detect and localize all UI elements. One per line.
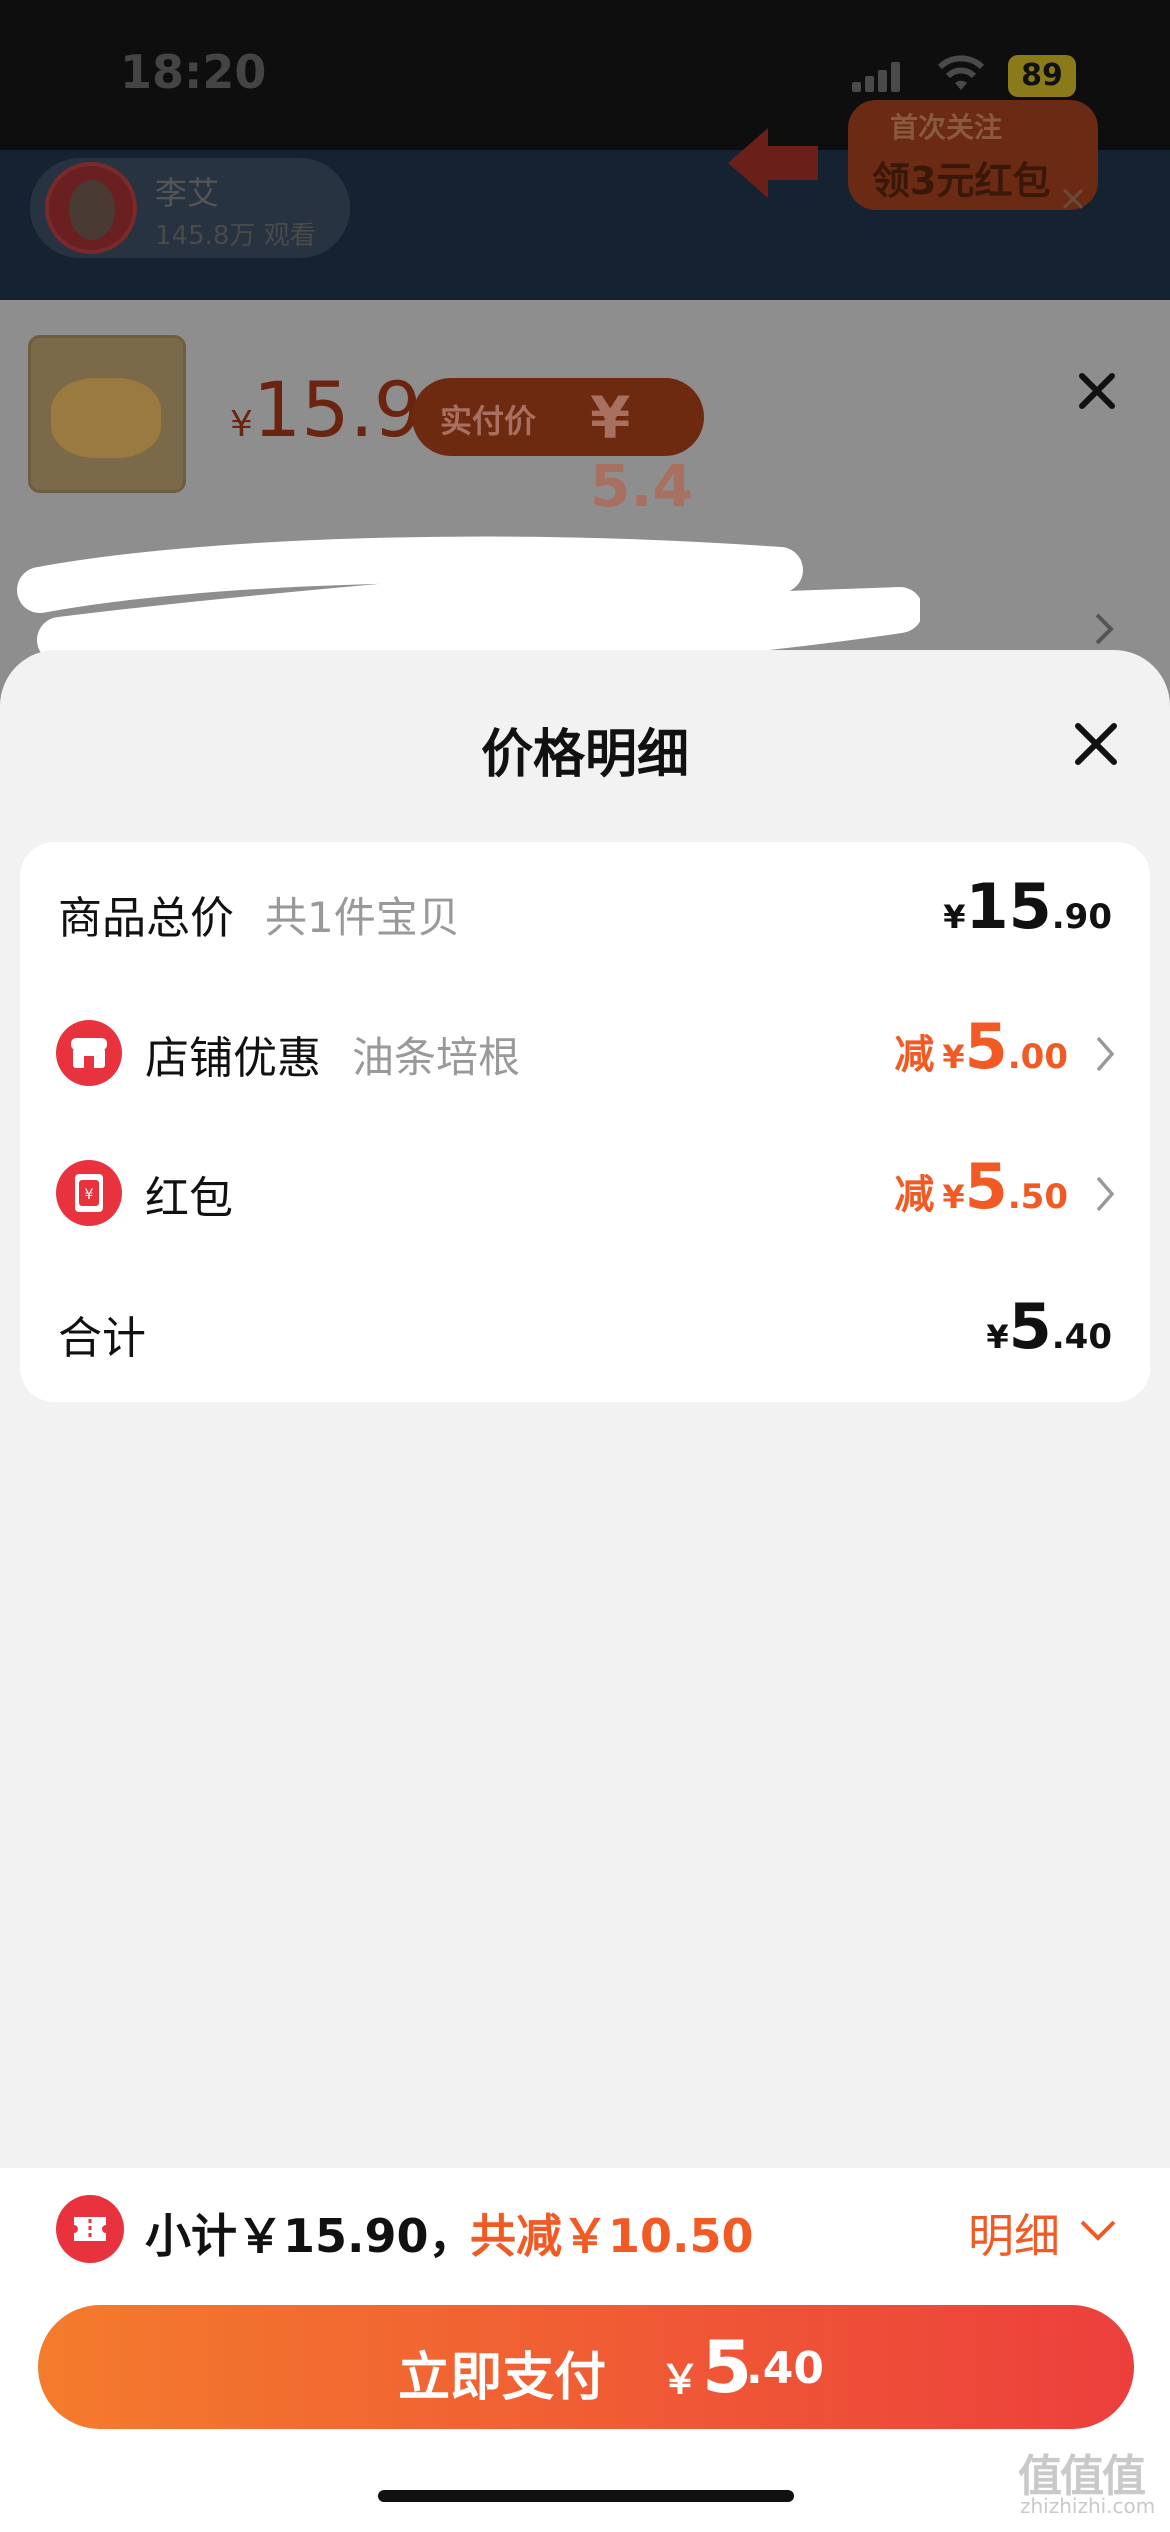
status-time: 18:20 [120,45,267,99]
row-sum-amount: ¥5.40 [986,1290,1112,1363]
promo-line2: 领3元红包 [872,159,1051,203]
product-thumbnail [28,335,186,493]
pay-currency: ￥ [660,2357,700,2403]
row-redpacket-label: 红包 [145,1173,233,1224]
red-envelope-icon: ¥ [56,1160,122,1226]
home-indicator[interactable] [378,2490,794,2502]
row-shop-amount[interactable]: 减 ¥5.00 [894,1010,1068,1083]
pay-label: 立即支付 [398,2348,607,2408]
chevron-right-icon[interactable] [1090,1034,1120,1074]
row-sum-label: 合计 [58,1313,146,1364]
pay-now-button[interactable]: 立即支付 ￥ 5 .40 [38,2305,1134,2429]
detail-toggle[interactable]: 明细 [968,2200,1060,2266]
battery-indicator: 89 [1008,55,1076,97]
viewer-count: 145.8万 观看 [155,221,316,251]
shop-icon [56,1020,122,1086]
promo-line1: 首次关注 [890,111,1003,144]
chevron-right-icon[interactable] [1090,1174,1120,1214]
paid-label: 实付价 [440,402,537,440]
wifi-icon [937,55,985,90]
pay-amount-dec: .40 [746,2343,824,2394]
watermark-url: zhizhizhi.com [1020,2494,1156,2518]
row-total-amount: ¥15.90 [943,870,1112,943]
row-shop-sub: 油条培根 [352,1033,521,1082]
subtotal-text: 小计￥15.90， [145,2209,475,2263]
chevron-down-icon[interactable] [1078,2210,1118,2250]
arrow-left-icon [728,128,818,198]
modal-title: 价格明细 [480,725,689,785]
anchor-name: 李艾 [155,174,220,212]
total-saved-text: 共减￥10.50 [470,2209,754,2263]
cellular-signal-icon [852,62,904,92]
promo-close-icon[interactable]: × [1058,178,1088,219]
avatar[interactable] [45,162,137,254]
row-total-label: 商品总价 [58,893,234,944]
svg-text:¥: ¥ [85,1187,94,1203]
paid-value: ¥ 5.4 [590,384,693,520]
row-shop-label: 店铺优惠 [145,1033,321,1084]
product-price: ¥15.9 [230,365,423,454]
row-total-sub: 共1件宝贝 [265,893,460,942]
coupon-icon [56,2195,124,2263]
close-icon[interactable] [1072,366,1122,416]
background-app: 18:20 89 李艾 145.8万 观看 首次关注 领3元红包 × ¥15.9… [0,0,1170,760]
paid-price-tag: 实付价 ¥ 5.4 [412,378,704,520]
chevron-right-icon [1095,613,1114,645]
row-redpacket-amount[interactable]: 减 ¥5.50 [894,1150,1068,1223]
close-button[interactable] [1070,718,1122,770]
pay-amount-int: 5 [702,2325,753,2409]
